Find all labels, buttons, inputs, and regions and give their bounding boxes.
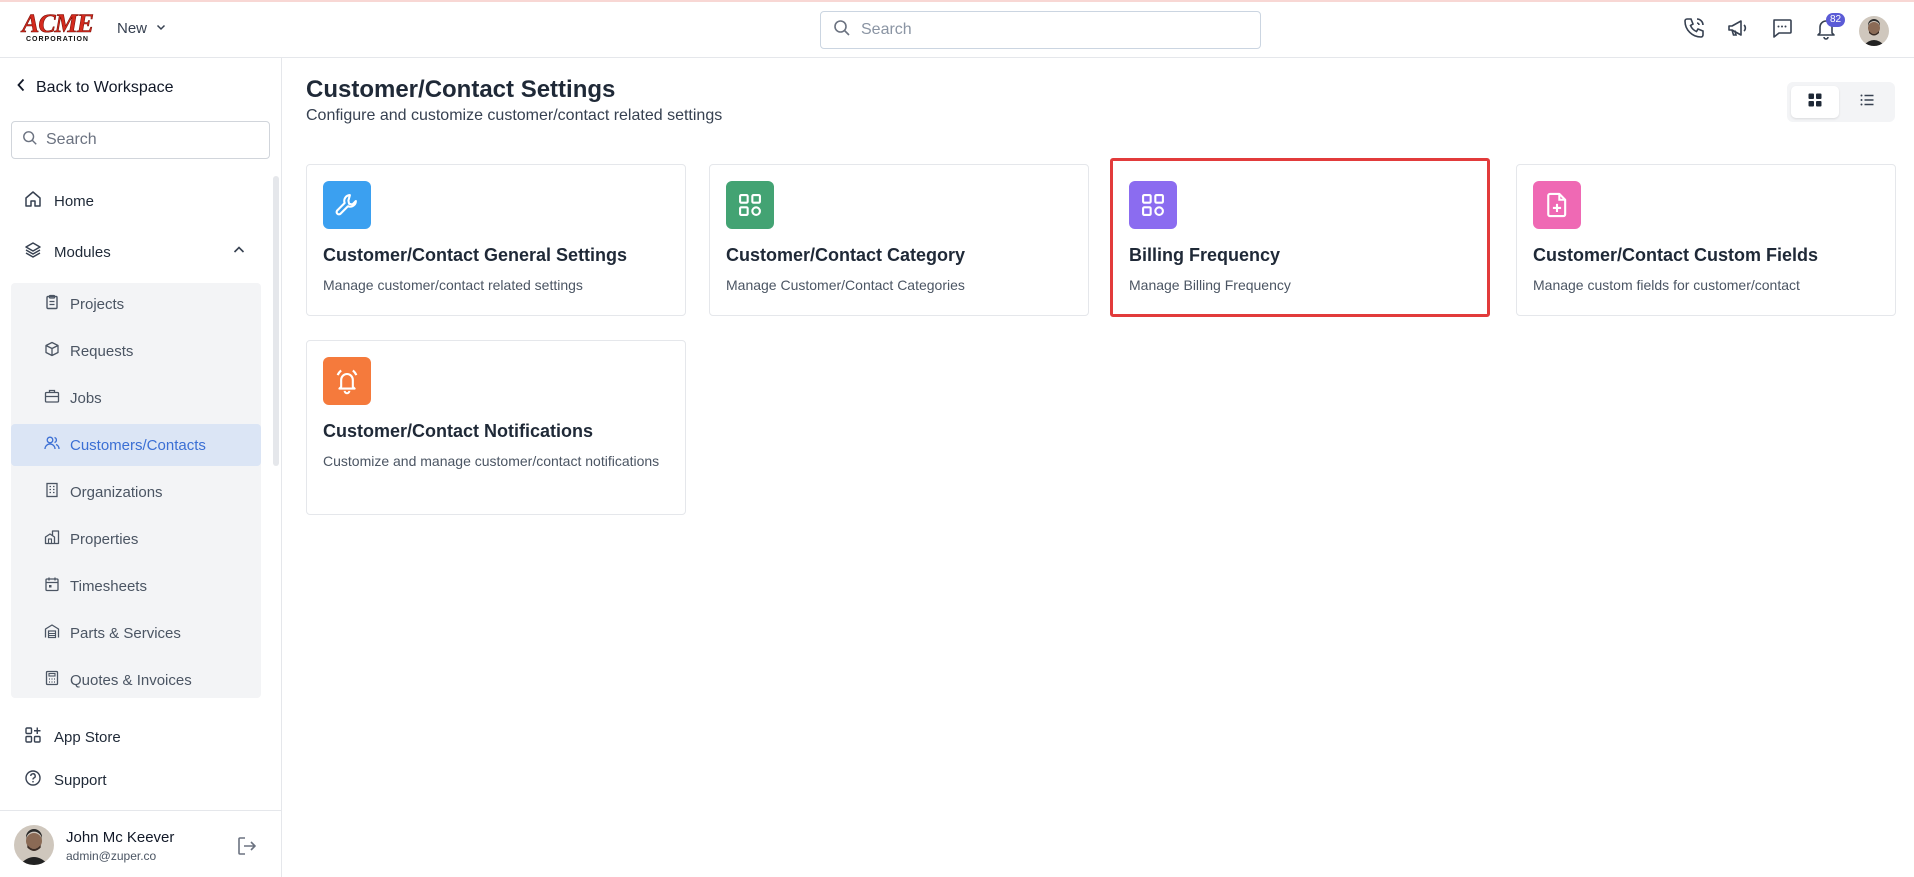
sidebar-item-label: App Store <box>54 728 121 746</box>
user-profile: John Mc Keever admin@zuper.co <box>0 810 281 877</box>
users-icon <box>44 435 60 455</box>
modules-list: Projects Requests Jobs Customers/Contact… <box>11 283 261 698</box>
megaphone-icon[interactable] <box>1724 14 1752 42</box>
page-title: Customer/Contact Settings <box>306 76 616 103</box>
sidebar-item-label: Properties <box>70 530 139 548</box>
list-icon <box>1859 92 1875 113</box>
sidebar-item-projects[interactable]: Projects <box>11 283 261 325</box>
card-description: Manage custom fields for customer/contac… <box>1533 277 1800 293</box>
sidebar-item-app-store[interactable]: App Store <box>24 726 121 748</box>
sidebar-item-label: Customers/Contacts <box>70 436 206 454</box>
chat-icon[interactable] <box>1768 14 1796 42</box>
sidebar-item-label: Quotes & Invoices <box>70 671 192 689</box>
building-icon <box>44 482 60 502</box>
sidebar-item-label: Requests <box>70 342 134 360</box>
sidebar-item-label: Home <box>54 192 95 210</box>
calculator-icon <box>44 670 60 690</box>
sidebar-item-customers-contacts[interactable]: Customers/Contacts <box>11 424 261 466</box>
card-description: Manage Customer/Contact Categories <box>726 277 965 293</box>
settings-card-billing-frequency[interactable]: Billing Frequency Manage Billing Frequen… <box>1110 158 1490 317</box>
property-icon <box>44 529 60 549</box>
wrench-icon <box>323 181 371 229</box>
help-circle-icon <box>24 769 42 791</box>
sidebar-item-organizations[interactable]: Organizations <box>11 471 261 513</box>
settings-card-custom-fields[interactable]: Customer/Contact Custom Fields Manage cu… <box>1516 164 1896 316</box>
briefcase-icon <box>44 388 60 408</box>
notification-badge: 82 <box>1826 13 1846 27</box>
sidebar-item-label: Jobs <box>70 389 102 407</box>
card-title: Customer/Contact Category <box>726 245 966 265</box>
page-subtitle: Configure and customize customer/contact… <box>306 107 723 124</box>
chevron-up-icon[interactable] <box>232 243 246 261</box>
sidebar-item-label: Organizations <box>70 483 163 501</box>
warehouse-icon <box>44 623 60 643</box>
logout-icon[interactable] <box>236 835 258 862</box>
chevron-left-icon <box>16 78 26 97</box>
settings-card-general[interactable]: Customer/Contact General Settings Manage… <box>306 164 686 316</box>
sidebar-item-label: Projects <box>70 295 125 313</box>
logo-text: ACME <box>22 9 95 38</box>
search-icon <box>22 130 38 151</box>
grid-icon <box>1807 92 1823 113</box>
settings-card-notifications[interactable]: Customer/Contact Notifications Customize… <box>306 340 686 515</box>
top-bar: ACME CORPORATION New 82 <box>0 2 1914 58</box>
home-icon <box>24 190 42 212</box>
view-toggle <box>1787 82 1895 122</box>
sidebar-item-label: Timesheets <box>70 577 147 595</box>
acme-logo[interactable]: ACME CORPORATION <box>22 9 95 46</box>
sidebar: Back to Workspace Home Modules Projects … <box>0 58 282 877</box>
chevron-down-icon <box>155 20 167 37</box>
phone-icon[interactable] <box>1680 14 1708 42</box>
layers-icon <box>24 241 42 263</box>
apps-icon <box>24 726 42 748</box>
grid-view-button[interactable] <box>1791 86 1839 118</box>
search-icon <box>833 19 851 42</box>
logo-subtext: CORPORATION <box>26 36 89 43</box>
grid-icon <box>726 181 774 229</box>
sidebar-search-input[interactable] <box>46 131 246 149</box>
sidebar-item-quotes-invoices[interactable]: Quotes & Invoices <box>11 659 261 701</box>
back-label: Back to Workspace <box>36 78 174 96</box>
new-label: New <box>117 20 148 37</box>
sidebar-item-requests[interactable]: Requests <box>11 330 261 372</box>
global-search-input[interactable] <box>861 21 1241 39</box>
card-title: Customer/Contact General Settings <box>323 245 628 265</box>
clipboard-icon <box>44 294 60 314</box>
user-name: John Mc Keever <box>66 829 175 846</box>
card-title: Customer/Contact Notifications <box>323 421 594 441</box>
user-email: admin@zuper.co <box>66 849 157 863</box>
grid-icon <box>1129 181 1177 229</box>
list-view-button[interactable] <box>1843 86 1891 118</box>
sidebar-item-label: Support <box>54 771 107 789</box>
sidebar-item-label: Modules <box>54 243 111 261</box>
sidebar-item-timesheets[interactable]: Timesheets <box>11 565 261 607</box>
calendar-icon <box>44 576 60 596</box>
sidebar-item-label: Parts & Services <box>70 624 181 642</box>
card-description: Manage Billing Frequency <box>1129 277 1291 293</box>
file-plus-icon <box>1533 181 1581 229</box>
settings-card-category[interactable]: Customer/Contact Category Manage Custome… <box>709 164 1089 316</box>
box-icon <box>44 341 60 361</box>
card-description: Manage customer/contact related settings <box>323 277 583 293</box>
sidebar-item-home[interactable]: Home <box>24 190 94 212</box>
global-search[interactable] <box>820 11 1261 49</box>
alarm-bell-icon <box>323 357 371 405</box>
sidebar-scrollbar[interactable] <box>273 176 279 466</box>
avatar[interactable] <box>14 825 54 865</box>
sidebar-item-jobs[interactable]: Jobs <box>11 377 261 419</box>
avatar[interactable] <box>1859 16 1889 46</box>
sidebar-search[interactable] <box>11 121 270 159</box>
sidebar-item-modules[interactable]: Modules <box>24 241 248 263</box>
sidebar-item-support[interactable]: Support <box>24 769 107 791</box>
sidebar-item-parts-services[interactable]: Parts & Services <box>11 612 261 654</box>
back-to-workspace-link[interactable]: Back to Workspace <box>16 78 174 97</box>
card-description: Customize and manage customer/contact no… <box>323 453 660 469</box>
card-title: Billing Frequency <box>1129 245 1281 265</box>
card-title: Customer/Contact Custom Fields <box>1533 245 1819 265</box>
sidebar-item-properties[interactable]: Properties <box>11 518 261 560</box>
new-button[interactable]: New <box>117 20 167 37</box>
